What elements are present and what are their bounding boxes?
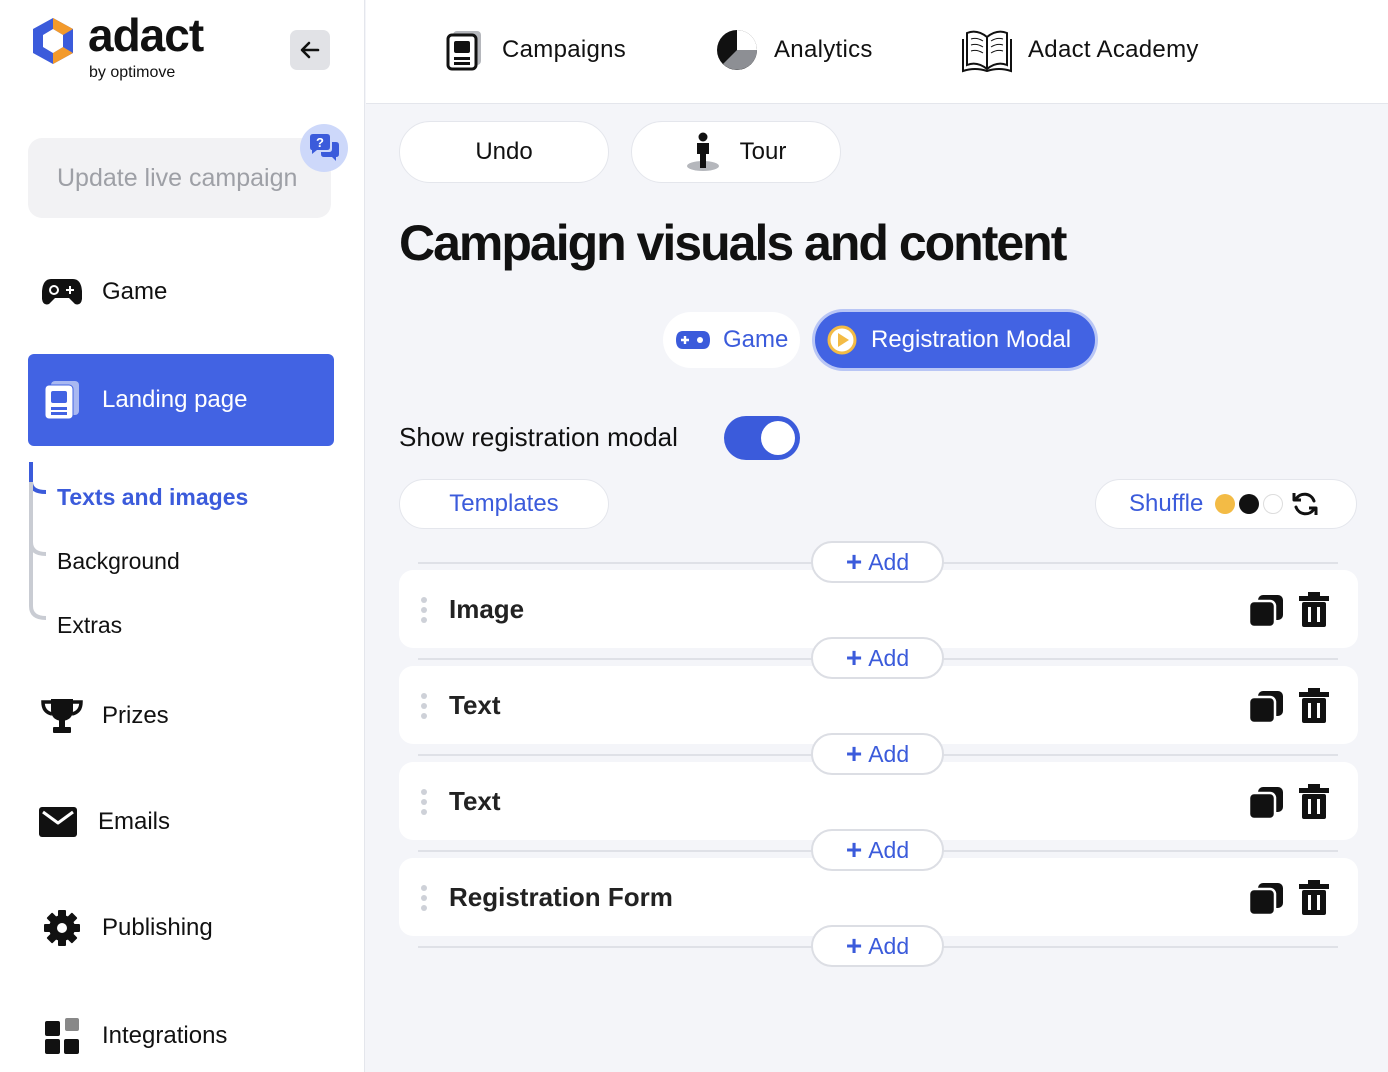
sidebar-item-label: Landing page (102, 386, 248, 413)
add-block-button[interactable]: + Add (811, 637, 944, 679)
plus-icon: + (845, 642, 863, 673)
tab-game[interactable]: Game (663, 312, 800, 368)
sidebar-item-game[interactable]: Game (28, 246, 334, 338)
sidebar-item-label: Publishing (102, 914, 213, 941)
block-title: Image (449, 594, 525, 624)
topnav-campaigns[interactable]: Campaigns (442, 24, 626, 76)
add-block-button[interactable]: + Add (811, 541, 944, 583)
block-title: Registration Form (449, 882, 673, 912)
undo-label: Undo (475, 138, 533, 165)
trash-icon[interactable] (1298, 688, 1330, 724)
topnav-label: Campaigns (502, 36, 627, 63)
drag-handle-icon[interactable] (420, 692, 428, 720)
drag-handle-icon[interactable] (420, 884, 428, 912)
sidebar-item-label: Emails (98, 808, 171, 835)
add-block-button[interactable]: + Add (811, 733, 944, 775)
templates-button[interactable]: Templates (399, 479, 609, 529)
trash-icon[interactable] (1298, 592, 1330, 628)
palette-dot-black (1239, 494, 1260, 514)
sidebar-item-integrations[interactable]: Integrations (28, 990, 334, 1072)
topnav-adact-academy[interactable]: Adact Academy (960, 24, 1199, 76)
palette-dot-yellow (1215, 494, 1236, 514)
trash-icon[interactable] (1298, 880, 1330, 916)
block-title: Text (449, 786, 501, 816)
sidebar-item-landing-page[interactable]: Landing page (28, 354, 334, 446)
tour-person-icon (686, 132, 719, 171)
book-icon (960, 27, 1014, 73)
tour-label: Tour (739, 138, 787, 165)
add-block-button[interactable]: + Add (811, 925, 944, 967)
topnav-analytics[interactable]: Analytics (714, 24, 873, 76)
gamepad-icon (676, 331, 710, 349)
plus-icon: + (845, 834, 863, 865)
gamepad-icon (40, 270, 84, 314)
trophy-icon (40, 694, 84, 738)
svg-text:?: ? (316, 135, 324, 150)
add-label: Add (868, 644, 910, 671)
add-label: Add (868, 932, 910, 959)
sidebar-item-prizes[interactable]: Prizes (28, 670, 334, 762)
duplicate-icon[interactable] (1248, 786, 1284, 820)
duplicate-icon[interactable] (1248, 594, 1284, 628)
plus-icon: + (845, 930, 863, 961)
topnav-label: Analytics (774, 36, 873, 63)
tour-button[interactable]: Tour (631, 121, 841, 183)
brand-logo[interactable]: adact by optimove (28, 9, 238, 86)
subnav-texts-and-images[interactable]: Texts and images (57, 484, 248, 511)
subnav-background[interactable]: Background (57, 548, 180, 575)
sidebar-item-label: Integrations (102, 1022, 228, 1049)
brand-subtitle: by optimove (89, 64, 176, 81)
top-navigation: Campaigns Analytics Adact Academy (366, 0, 1388, 104)
topnav-label: Adact Academy (1028, 36, 1199, 63)
gear-icon (40, 906, 84, 950)
templates-label: Templates (449, 490, 559, 517)
add-label: Add (868, 548, 910, 575)
trash-icon[interactable] (1298, 784, 1330, 820)
tab-registration-modal[interactable]: Registration Modal (815, 312, 1095, 368)
subnav-extras[interactable]: Extras (57, 612, 122, 639)
adact-logo-icon (33, 18, 73, 64)
collapse-sidebar-button[interactable] (290, 30, 330, 70)
tab-label: Game (723, 326, 789, 353)
refresh-icon (1292, 492, 1318, 516)
help-chat-button[interactable]: ? (300, 124, 348, 172)
tab-label: Registration Modal (871, 326, 1072, 353)
subnav-tree-lines (29, 462, 47, 620)
update-live-campaign-button[interactable]: Update live campaign (28, 138, 331, 218)
drag-handle-icon[interactable] (420, 788, 428, 816)
sidebar: adact by optimove Update live campaign ?… (0, 0, 365, 1072)
undo-button[interactable]: Undo (399, 121, 609, 183)
landing-page-icon (40, 378, 84, 422)
help-chat-icon: ? (310, 134, 339, 161)
add-block-button[interactable]: + Add (811, 829, 944, 871)
integrations-grid-icon (40, 1014, 84, 1058)
drag-handle-icon[interactable] (420, 596, 428, 624)
sidebar-item-label: Prizes (102, 702, 169, 729)
mail-icon (36, 800, 80, 844)
sidebar-item-publishing[interactable]: Publishing (28, 882, 334, 974)
add-label: Add (868, 740, 910, 767)
show-registration-modal-label: Show registration modal (399, 422, 678, 452)
duplicate-icon[interactable] (1248, 690, 1284, 724)
block-title: Text (449, 690, 501, 720)
plus-icon: + (845, 546, 863, 577)
campaigns-icon (442, 27, 488, 73)
brand-name: adact (88, 9, 204, 61)
shuffle-button[interactable]: Shuffle (1095, 479, 1357, 529)
toggle-knob (761, 421, 795, 455)
show-registration-modal-toggle[interactable] (724, 416, 800, 460)
arrow-left-icon (300, 41, 320, 59)
duplicate-icon[interactable] (1248, 882, 1284, 916)
sidebar-item-label: Game (102, 278, 168, 305)
page-title: Campaign visuals and content (399, 215, 1067, 271)
palette-dot-white (1263, 494, 1284, 514)
plus-icon: + (845, 738, 863, 769)
sidebar-item-emails[interactable]: Emails (28, 776, 334, 868)
shuffle-label: Shuffle (1129, 490, 1204, 517)
pie-chart-icon (714, 27, 760, 73)
play-circle-icon (827, 325, 857, 355)
add-label: Add (868, 836, 910, 863)
